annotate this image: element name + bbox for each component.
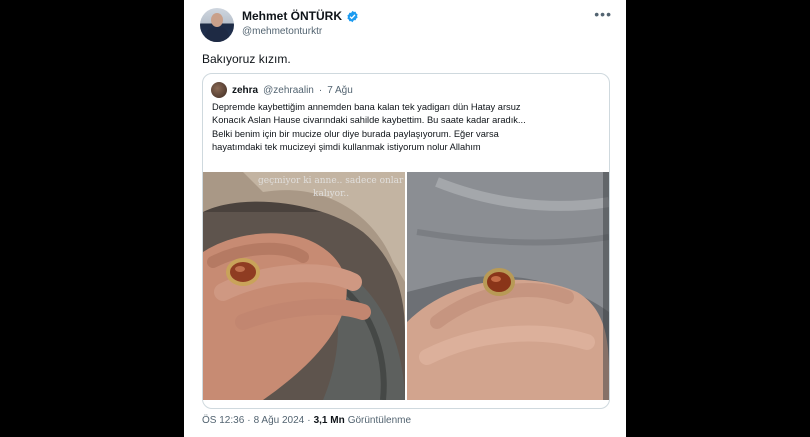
verified-badge-icon [347, 10, 358, 22]
quote-author-handle: @zehraalin [263, 84, 314, 96]
tweet-time[interactable]: ÖS 12:36 [202, 415, 244, 426]
quote-separator: · [318, 84, 323, 96]
quote-text-line: Depremde kaybettiğim annemden bana kalan… [212, 102, 521, 112]
author-name[interactable]: Mehmet ÖNTÜRK [242, 9, 342, 23]
ring-photo-right[interactable] [407, 172, 609, 400]
tweet-date[interactable]: 8 Ağu 2024 [254, 415, 305, 426]
quote-text-line: hayatımdaki tek mucizeyi şimdi kullanmak… [212, 141, 481, 152]
meta-separator: · [247, 415, 251, 426]
photo-overlay-line: geçmiyor ki anne.. sadece onlar [258, 176, 404, 186]
author-name-row: Mehmet ÖNTÜRK [242, 9, 359, 23]
view-count-label: Görüntülenme [347, 415, 412, 426]
author-avatar[interactable] [200, 8, 234, 42]
quote-date: 7 Ağu [327, 84, 353, 96]
quoted-tweet[interactable]: zehra @zehraalin · 7 Ağu Depremde kaybet… [202, 73, 610, 409]
meta-separator: · [307, 415, 311, 426]
quote-text-line: Konacık Aslan Hause civarındaki sahilde … [212, 115, 526, 126]
tweet-text: Bakıyoruz kızım. [202, 52, 291, 66]
quote-media: geçmiyor ki anne.. sadece onlar kalıyor.… [203, 172, 609, 400]
tweet-meta: ÖS 12:36 · 8 Ağu 2024 · 3,1 Mn Görüntüle… [202, 415, 411, 426]
view-count: 3,1 Mn [313, 415, 345, 426]
quote-author-avatar [211, 82, 227, 98]
quote-text: Depremde kaybettiğim annemden bana kalan… [212, 101, 602, 154]
author-handle[interactable]: @mehmetonturktr [242, 26, 322, 37]
quote-author-name: zehra [232, 84, 259, 96]
quote-header: zehra @zehraalin · 7 Ağu [211, 82, 353, 98]
quote-text-line: Belki benim için bir mucize olur diye bu… [212, 128, 499, 139]
more-options-icon[interactable]: ••• [594, 6, 612, 22]
ring-photo-left[interactable]: geçmiyor ki anne.. sadece onlar kalıyor.… [203, 172, 405, 400]
tweet-card: Mehmet ÖNTÜRK @mehmetonturktr ••• Bakıyo… [184, 0, 626, 437]
photo-overlay-line: kalıyor.. [313, 189, 350, 199]
